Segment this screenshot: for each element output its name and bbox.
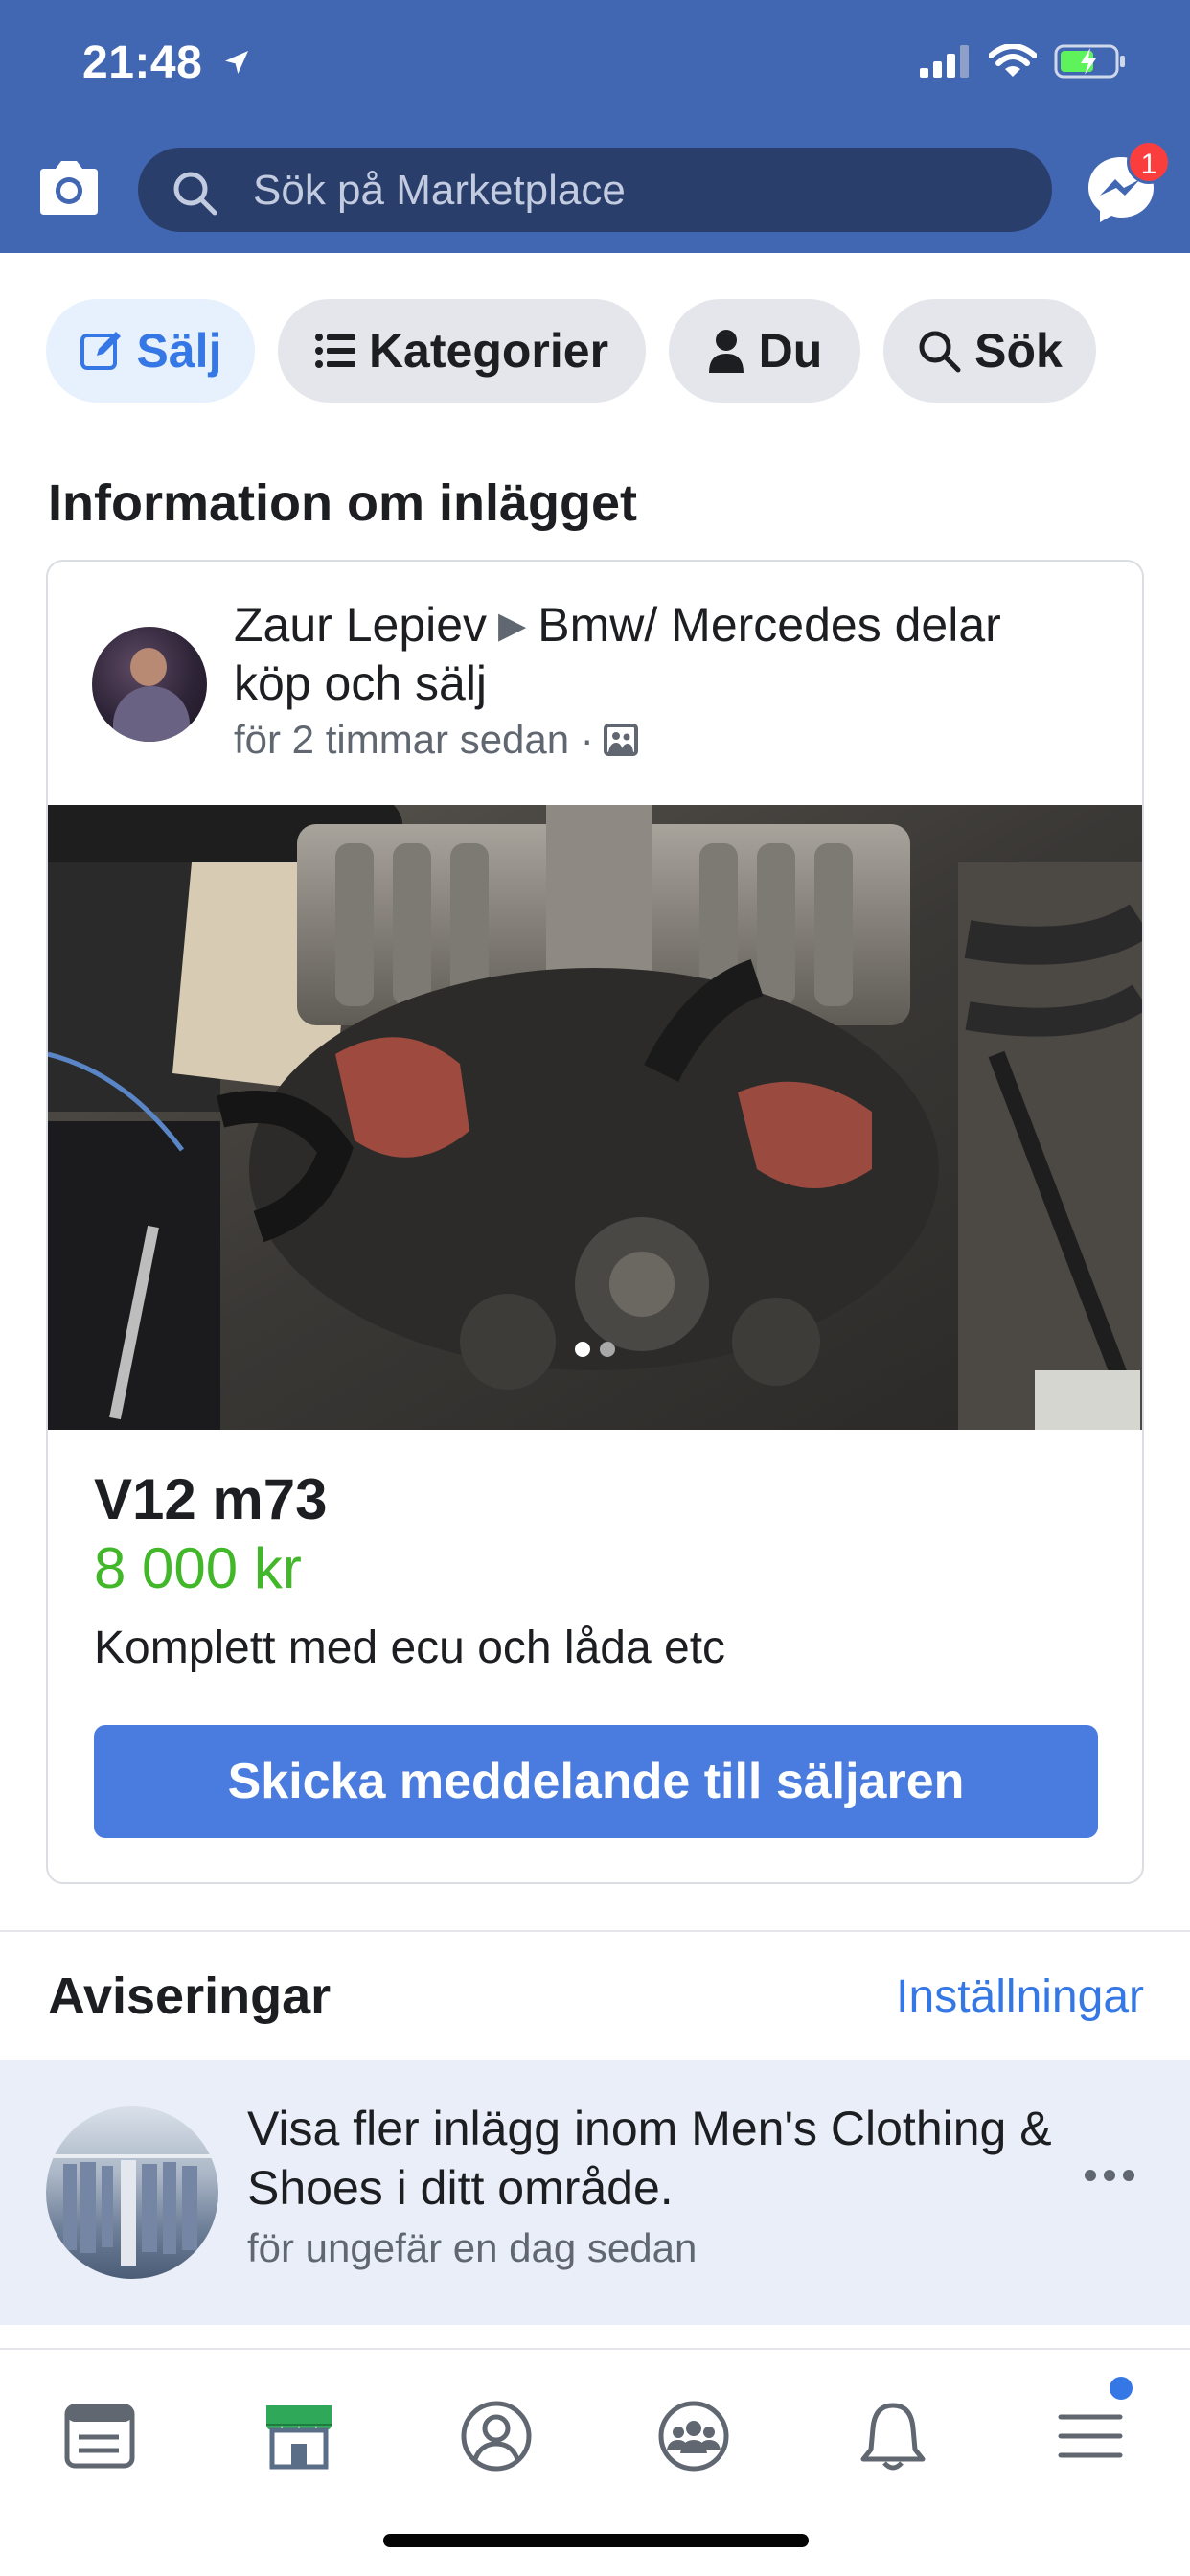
search-button[interactable]: Sök	[883, 299, 1096, 402]
categories-button[interactable]: Kategorier	[278, 299, 646, 402]
profile-icon	[461, 2401, 532, 2472]
messenger-badge: 1	[1127, 140, 1171, 184]
listing-card: Zaur Lepiev ▶ Bmw/ Mercedes delar köp och …	[46, 560, 1144, 1884]
marketplace-icon	[266, 2405, 332, 2470]
status-time-text: 21:48	[82, 37, 203, 88]
more-icon	[1085, 2170, 1134, 2181]
notifications-icon	[860, 2403, 926, 2471]
listing-description: Komplett med ecu och låda etc	[94, 1622, 726, 1673]
avatar-body	[113, 686, 190, 742]
signal-icon	[920, 45, 972, 82]
author-name[interactable]: Zaur Lepiev	[234, 598, 487, 652]
battery-icon	[1054, 44, 1127, 83]
avatar[interactable]	[92, 627, 207, 742]
sell-label: Sälj	[136, 324, 222, 378]
status-time: 21:48	[82, 36, 252, 89]
avatar-face	[130, 648, 167, 686]
listing-photo[interactable]	[48, 805, 1142, 1430]
nav-news-feed[interactable]	[42, 2379, 157, 2494]
post-time: för 2 timmar sedan ·	[234, 717, 594, 762]
notification-text: Visa fler inlägg inom Men's Clothing & S…	[247, 2102, 1052, 2215]
search-icon	[171, 169, 218, 221]
list-icon	[314, 334, 355, 368]
nav-notifications[interactable]	[835, 2379, 950, 2494]
search-placeholder: Sök på Marketplace	[253, 167, 626, 214]
engine-photo-image	[48, 805, 1142, 1430]
more-options-button[interactable]	[1083, 2168, 1136, 2188]
notifications-title: Aviseringar	[48, 1967, 332, 2025]
notification-thumbnail	[46, 2106, 218, 2279]
home-indicator	[383, 2534, 809, 2547]
nav-groups[interactable]	[636, 2379, 751, 2494]
location-arrow-icon	[221, 36, 252, 89]
nav-profile[interactable]	[439, 2379, 554, 2494]
section-title: Information om inlägget	[48, 474, 637, 532]
you-label: Du	[758, 324, 823, 378]
poster-line: Zaur Lepiev ▶ Bmw/ Mercedes delar köp och …	[234, 596, 1077, 712]
sell-button[interactable]: Sälj	[46, 299, 255, 402]
camera-button[interactable]	[36, 159, 102, 221]
message-seller-button[interactable]: Skicka meddelande till säljaren	[94, 1725, 1098, 1838]
edit-icon	[80, 332, 121, 370]
pager-dots-icon	[575, 1342, 615, 1357]
notification-item[interactable]: Visa fler inlägg inom Men's Clothing & S…	[0, 2060, 1190, 2325]
listing-price: 8 000 kr	[94, 1536, 302, 1600]
camera-icon	[40, 161, 98, 215]
photo-pager	[573, 1340, 621, 1364]
nav-marketplace[interactable]	[241, 2379, 356, 2494]
divider	[0, 1930, 1190, 1932]
news-feed-icon	[64, 2404, 135, 2469]
clothing-rack-image	[46, 2154, 218, 2266]
nav-menu[interactable]	[1033, 2379, 1148, 2494]
header: 21:48 Sök på Marketplace 1	[0, 0, 1190, 253]
menu-icon	[1058, 2414, 1123, 2458]
wifi-icon	[988, 43, 1038, 83]
person-icon	[708, 330, 744, 373]
search-icon	[919, 331, 961, 373]
groups-icon	[658, 2401, 729, 2472]
menu-notification-dot	[1110, 2377, 1133, 2400]
post-meta: för 2 timmar sedan ·	[234, 717, 638, 763]
notification-time: för ungefär en dag sedan	[247, 2225, 698, 2270]
search-input[interactable]: Sök på Marketplace	[138, 148, 1052, 232]
categories-label: Kategorier	[368, 324, 609, 378]
you-button[interactable]: Du	[669, 299, 860, 402]
group-privacy-icon	[603, 724, 638, 756]
settings-link[interactable]: Inställningar	[896, 1970, 1144, 2023]
status-icons	[920, 43, 1127, 83]
listing-title: V12 m73	[94, 1467, 328, 1531]
caret-right-icon: ▶	[498, 606, 527, 646]
search-label: Sök	[974, 324, 1063, 378]
